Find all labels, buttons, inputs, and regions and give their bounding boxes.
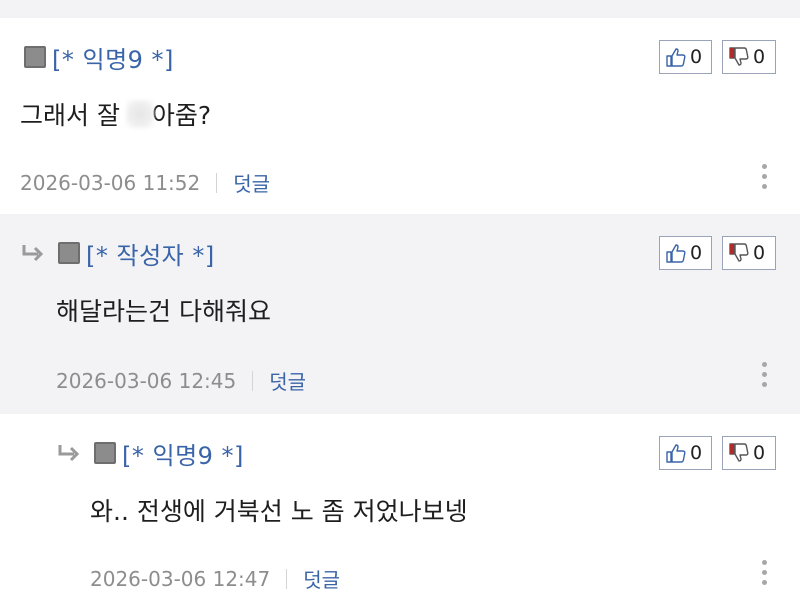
comment-text: 와.. 전생에 거북선 노 좀 저었나보넹 [90, 497, 468, 526]
vote-group: 0 0 [659, 436, 776, 470]
reply-item: [* 작성자 *] 0 0 해달라는건 다해줘요 2026-03-06 12:4… [0, 214, 800, 414]
dislike-button[interactable]: 0 [722, 436, 776, 470]
like-count: 0 [690, 242, 703, 264]
meta-divider [252, 370, 254, 391]
author-name[interactable]: [* 익명9 *] [52, 40, 174, 75]
more-vertical-icon[interactable] [762, 164, 768, 189]
dislike-count: 0 [753, 442, 766, 464]
author-name[interactable]: [* 익명9 *] [122, 436, 244, 471]
comment-meta: 2026-03-06 12:47 덧글 [90, 564, 340, 593]
comment-text: 그래서 잘 아줌? [20, 96, 211, 132]
author-name[interactable]: [* 작성자 *] [86, 236, 215, 271]
comment-header: [* 작성자 *] [20, 236, 215, 271]
thumbs-down-icon [729, 47, 749, 66]
avatar-icon [24, 46, 46, 68]
like-count: 0 [690, 46, 703, 68]
avatar-icon [58, 242, 80, 264]
comment-meta: 2026-03-06 12:45 덧글 [56, 366, 306, 395]
reply-link[interactable]: 덧글 [303, 564, 340, 593]
avatar-icon [94, 442, 116, 464]
more-vertical-icon[interactable] [762, 560, 768, 585]
dislike-count: 0 [753, 46, 766, 68]
comment-header: [* 익명9 *] [56, 436, 244, 471]
comment-date: 2026-03-06 12:45 [56, 368, 237, 393]
reply-arrow-icon [22, 245, 44, 262]
reply-link[interactable]: 덧글 [233, 168, 270, 197]
censored-blur [125, 100, 154, 128]
meta-divider [216, 172, 218, 193]
like-count: 0 [690, 442, 703, 464]
comment-item: [* 익명9 *] 0 0 그래서 잘 아줌? 2026-03-06 11:52… [0, 18, 800, 214]
thumbs-down-icon [729, 243, 749, 262]
comment-header: [* 익명9 *] [24, 40, 174, 75]
thumbs-up-icon [666, 48, 686, 67]
comment-text: 해달라는건 다해줘요 [56, 297, 271, 326]
comment-date: 2026-03-06 12:47 [90, 566, 271, 591]
dislike-count: 0 [753, 242, 766, 264]
reply-item: [* 익명9 *] 0 0 와.. 전생에 거북선 노 좀 저었나보넹 2026… [0, 414, 800, 605]
reply-arrow-icon [58, 445, 80, 462]
more-vertical-icon[interactable] [762, 362, 768, 387]
meta-divider [286, 568, 288, 589]
vote-group: 0 0 [659, 236, 776, 270]
thumbs-up-icon [666, 244, 686, 263]
comment-date: 2026-03-06 11:52 [20, 170, 201, 195]
thumbs-down-icon [729, 443, 749, 462]
like-button[interactable]: 0 [659, 236, 712, 270]
like-button[interactable]: 0 [659, 436, 712, 470]
comment-text-part: 그래서 잘 [20, 101, 128, 130]
dislike-button[interactable]: 0 [722, 40, 776, 74]
top-strip [0, 0, 800, 18]
vote-group: 0 0 [659, 40, 776, 74]
dislike-button[interactable]: 0 [722, 236, 776, 270]
comment-text-part: 아줌? [151, 101, 212, 130]
comment-meta: 2026-03-06 11:52 덧글 [20, 168, 270, 197]
thumbs-up-icon [666, 444, 686, 463]
like-button[interactable]: 0 [659, 40, 712, 74]
reply-link[interactable]: 덧글 [269, 366, 306, 395]
